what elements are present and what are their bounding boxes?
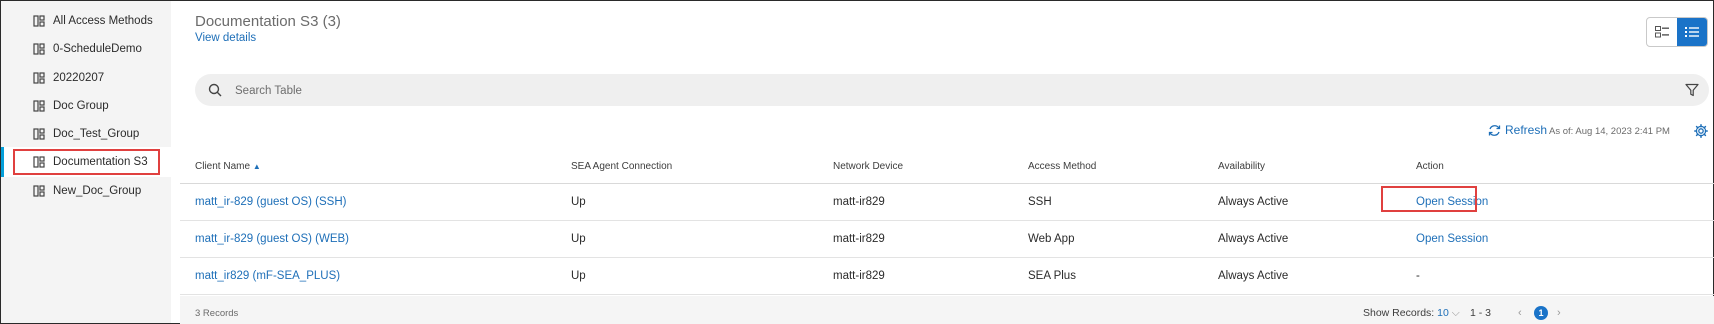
search-input[interactable]	[233, 74, 1637, 108]
gear-icon[interactable]	[1694, 124, 1708, 138]
availability-cell: Always Active	[1218, 270, 1289, 282]
sidebar-item-doc-group[interactable]: Doc Group	[1, 91, 171, 121]
chevron-down-icon: ⌵	[1451, 307, 1460, 319]
column-header-availability[interactable]: Availability	[1218, 161, 1265, 172]
group-icon	[33, 43, 45, 55]
client-name-link[interactable]: matt_ir-829 (guest OS) (SSH)	[195, 196, 346, 208]
next-page-button[interactable]: ›	[1557, 307, 1561, 319]
sidebar-item-label: All Access Methods	[53, 15, 153, 27]
search-icon	[208, 83, 222, 97]
card-view-button[interactable]	[1647, 18, 1677, 46]
record-range: 1 - 3	[1470, 307, 1492, 319]
sidebar-item-label: Doc_Test_Group	[53, 128, 140, 140]
filter-icon[interactable]	[1685, 83, 1699, 97]
group-icon	[33, 156, 45, 168]
sidebar-item-new-doc-group[interactable]: New_Doc_Group	[1, 176, 171, 206]
last-refreshed-timestamp: As of: Aug 14, 2023 2:41 PM	[1549, 126, 1670, 137]
view-toggle	[1646, 17, 1708, 47]
sort-ascending-icon: ▲	[252, 162, 261, 171]
sidebar-item-label: 0-ScheduleDemo	[53, 43, 142, 55]
network-device-cell: matt-ir829	[833, 196, 885, 208]
refresh-label: Refresh	[1505, 123, 1548, 137]
group-icon	[33, 15, 45, 27]
sidebar: All Access Methods 0-ScheduleDemo 202202…	[1, 1, 171, 323]
sidebar-item-0-scheduledemo[interactable]: 0-ScheduleDemo	[1, 34, 171, 64]
sidebar-item-doc-test-group[interactable]: Doc_Test_Group	[1, 119, 171, 149]
column-header-network-device[interactable]: Network Device	[833, 161, 903, 172]
sea-connection-cell: Up	[571, 270, 586, 282]
table-row: matt_ir-829 (guest OS) (WEB) Up matt-ir8…	[180, 221, 1714, 258]
table-row: matt_ir829 (mF-SEA_PLUS) Up matt-ir829 S…	[180, 258, 1714, 295]
main-content: Documentation S3 (3) View details Refres…	[172, 1, 1714, 324]
page-title: Documentation S3 (3)	[195, 13, 341, 30]
current-page-button[interactable]: 1	[1534, 306, 1548, 320]
view-details-link[interactable]: View details	[195, 32, 256, 44]
availability-cell: Always Active	[1218, 196, 1289, 208]
show-records-select[interactable]: Show Records: 10 ⌵	[1363, 307, 1460, 320]
sidebar-item-label: Documentation S3	[53, 156, 148, 168]
client-name-link[interactable]: matt_ir-829 (guest OS) (WEB)	[195, 233, 349, 245]
column-header-client-name[interactable]: Client Name ▲	[195, 161, 261, 172]
network-device-cell: matt-ir829	[833, 233, 885, 245]
open-session-button[interactable]: Open Session	[1416, 233, 1488, 245]
sea-connection-cell: Up	[571, 196, 586, 208]
list-view-icon	[1685, 27, 1699, 37]
group-icon	[33, 128, 45, 140]
column-header-label: Client Name	[195, 161, 251, 172]
table-row: matt_ir-829 (guest OS) (SSH) Up matt-ir8…	[180, 184, 1714, 221]
sea-connection-cell: Up	[571, 233, 586, 245]
group-icon	[33, 100, 45, 112]
sidebar-item-label: New_Doc_Group	[53, 185, 142, 197]
list-view-button[interactable]	[1677, 18, 1707, 46]
column-header-action: Action	[1416, 161, 1444, 172]
record-count: 3 Records	[195, 308, 239, 319]
table-footer: 3 Records Show Records: 10 ⌵ 1 - 3 ‹ 1 ›	[180, 296, 1714, 324]
previous-page-button[interactable]: ‹	[1518, 307, 1522, 319]
access-method-cell: SSH	[1028, 196, 1052, 208]
card-view-icon	[1655, 26, 1669, 38]
network-device-cell: matt-ir829	[833, 270, 885, 282]
column-header-access-method[interactable]: Access Method	[1028, 161, 1096, 172]
group-icon	[33, 72, 45, 84]
refresh-button[interactable]: Refresh	[1488, 123, 1547, 137]
column-header-sea-agent-connection[interactable]: SEA Agent Connection	[571, 161, 672, 172]
sidebar-item-label: Doc Group	[53, 100, 109, 112]
show-records-label: Show Records:	[1363, 307, 1435, 319]
refresh-icon	[1488, 124, 1501, 136]
action-cell-empty: -	[1416, 270, 1420, 282]
sidebar-item-label: 20220207	[53, 72, 105, 84]
group-icon	[33, 185, 45, 197]
table-header-row: Client Name ▲ SEA Agent Connection Netwo…	[180, 149, 1714, 184]
availability-cell: Always Active	[1218, 233, 1289, 245]
search-bar	[195, 74, 1709, 108]
show-records-value: 10	[1437, 307, 1449, 319]
open-session-button[interactable]: Open Session	[1416, 196, 1488, 208]
sidebar-item-all-access-methods[interactable]: All Access Methods	[1, 6, 171, 36]
client-name-link[interactable]: matt_ir829 (mF-SEA_PLUS)	[195, 270, 340, 282]
sidebar-item-documentation-s3[interactable]: Documentation S3	[1, 147, 171, 177]
client-table: Client Name ▲ SEA Agent Connection Netwo…	[180, 149, 1714, 295]
access-method-cell: SEA Plus	[1028, 270, 1076, 282]
sidebar-item-20220207[interactable]: 20220207	[1, 63, 171, 93]
access-method-cell: Web App	[1028, 233, 1075, 245]
